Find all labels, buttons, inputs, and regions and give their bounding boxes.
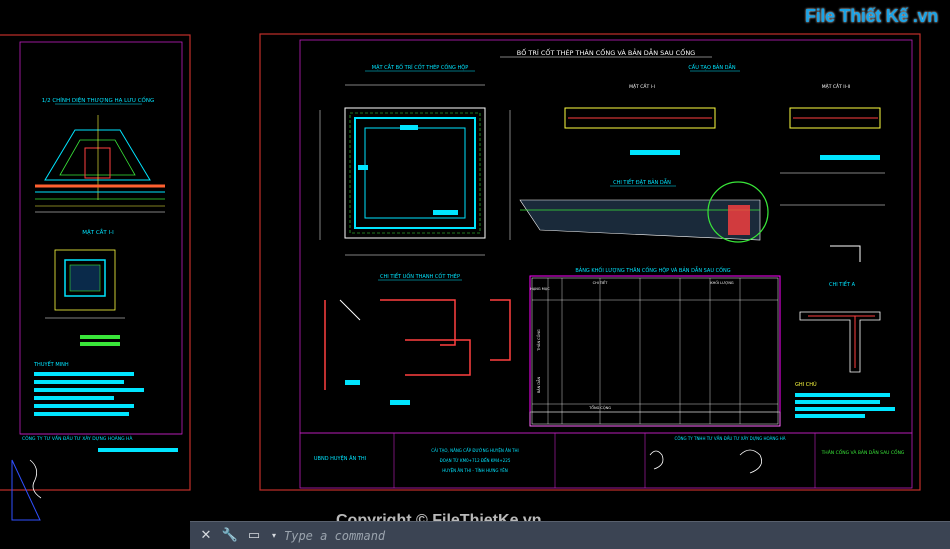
tb-company: CÔNG TY TNHH TƯ VẤN ĐẦU TƯ XÂY DỰNG HOÀN… xyxy=(675,436,786,441)
table-group2: BẢN DẪN xyxy=(536,377,541,394)
main-title: BỐ TRÍ CỐT THÉP THÂN CỐNG VÀ BẢN DẪN SAU… xyxy=(517,47,695,57)
wrench-icon[interactable]: 🔧 xyxy=(222,528,238,544)
table-title: BẢNG KHỐI LƯỢNG THÂN CỐNG HỘP VÀ BẢN DẪN… xyxy=(575,266,730,274)
tb-project-2: ĐOẠN TỪ KM0+712 ĐẾN KM4+225 xyxy=(440,457,511,463)
notes-title: GHI CHÚ xyxy=(795,381,817,388)
section-bend-title: CHI TIẾT UỐN THANH CỐT THÉP xyxy=(380,272,460,280)
tb-owner: UBND HUYỆN ÂN THI xyxy=(314,454,366,462)
logo-text: File Thiết Kế .vn xyxy=(805,6,938,26)
table-total: TỔNG CỘNG xyxy=(588,405,611,410)
tb-project-3: HUYỆN ÂN THI - TỈNH HƯNG YÊN xyxy=(442,468,507,473)
left-elevation-title: 1/2 CHÍNH DIỆN THƯỢNG HẠ LƯU CỐNG xyxy=(42,96,155,104)
command-line-bar[interactable]: ✕ 🔧 ▭ ▾ Type a command xyxy=(190,521,950,549)
section-box-title: MẶT CẮT BỐ TRÍ CỐT THÉP CỐNG HỘP xyxy=(372,63,468,71)
left-section-title: MẶT CẮT I-I xyxy=(82,228,114,236)
table-group1: THÂN CỐNG xyxy=(536,329,541,352)
section-slab-title: CẤU TẠO BẢN DẪN xyxy=(688,63,736,71)
command-line-icon[interactable]: ▭ xyxy=(246,528,262,544)
table-col-hm: HẠNG MỤC xyxy=(530,287,550,291)
detail-a-title: CHI TIẾT A xyxy=(829,280,856,288)
command-input[interactable]: Type a command xyxy=(284,529,385,543)
tb-project-1: CẢI TẠO, NÂNG CẤP ĐƯỜNG HUYỆN ÂN THI xyxy=(431,448,519,453)
table-col-kl: KHỐI LƯỢNG xyxy=(710,280,734,285)
cad-drawing-canvas[interactable]: 1/2 CHÍNH DIỆN THƯỢNG HẠ LƯU CỐNG MẶT CẮ… xyxy=(0,0,950,548)
site-logo: File Thiết Kế .vn xyxy=(805,6,938,27)
left-notes-title: THUYẾT MINH xyxy=(33,360,69,368)
close-icon[interactable]: ✕ xyxy=(198,528,214,544)
section-approach-title: CHI TIẾT ĐẶT BẢN DẪN xyxy=(613,178,671,186)
chevron-down-icon[interactable]: ▾ xyxy=(270,528,278,544)
